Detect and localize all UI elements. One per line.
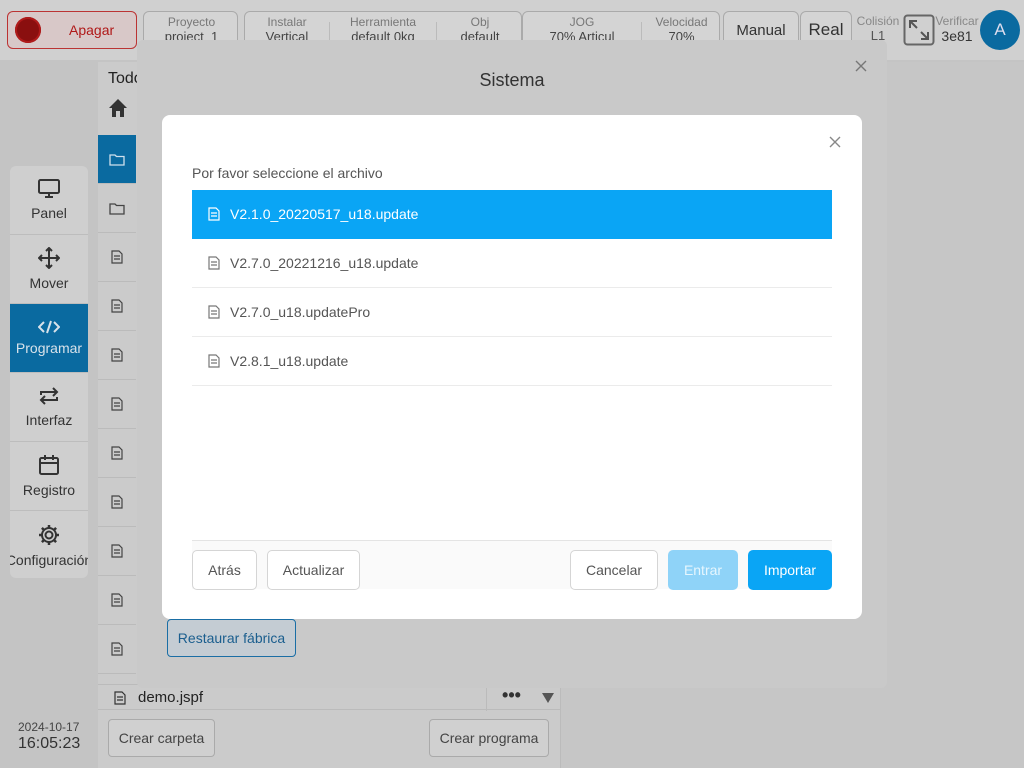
list-item[interactable] [98,184,136,233]
move-icon [38,247,60,269]
file-item[interactable]: V2.7.0_u18.updatePro [192,288,832,337]
nav-item-panel[interactable]: Panel [10,166,88,235]
file-name: V2.8.1_u18.update [230,353,349,369]
swap-icon [39,387,59,405]
folder-icon [109,202,125,215]
install-title: Instalar [267,15,307,29]
create-program-button[interactable]: Crear programa [429,719,549,757]
file-icon [111,544,123,558]
file-icon [114,691,126,705]
expand-icon[interactable] [903,14,935,46]
collision-title: Colisión [856,14,900,28]
file-icon [208,305,220,319]
project-title: Proyecto [167,15,216,29]
list-item[interactable] [98,478,136,527]
scroll-down-icon[interactable] [542,693,554,703]
nav-item-log[interactable]: Registro [10,442,88,511]
power-off-button[interactable]: Apagar [7,11,137,49]
file-icon [111,446,123,460]
file-icon [208,207,220,221]
file-name: V2.7.0_u18.updatePro [230,304,371,320]
verify-title: Verificar [935,14,979,28]
emergency-stop-icon [15,17,41,43]
list-item[interactable] [98,625,136,674]
nav-item-move[interactable]: Mover [10,235,88,304]
nav-item-program[interactable]: Programar [10,304,88,373]
file-name: V2.1.0_20220517_u18.update [230,206,419,222]
verify-value: 3e81 [941,28,973,44]
import-button[interactable]: Importar [748,550,832,590]
nav-label: Configuración [10,551,88,568]
folder-icon [109,153,125,166]
dialog-title: Sistema [479,70,545,90]
factory-reset-button[interactable]: Restaurar fábrica [167,619,296,657]
avatar[interactable]: A [980,10,1020,50]
cancel-button[interactable]: Cancelar [570,550,658,590]
nav-label: Panel [31,205,67,221]
create-folder-button[interactable]: Crear carpeta [108,719,215,757]
file-icon [208,354,220,368]
refresh-button[interactable]: Actualizar [267,550,360,590]
time-display: 16:05:23 [18,735,81,752]
date-display: 2024-10-17 [18,720,80,734]
verify-status[interactable]: Verificar 3e81 [934,14,980,44]
list-item[interactable] [98,233,136,282]
file-name: V2.7.0_20221216_u18.update [230,255,419,271]
nav-item-interface[interactable]: Interfaz [10,373,88,442]
home-icon[interactable] [108,98,128,118]
file-panel-footer: Crear carpeta Crear programa [98,709,560,768]
list-item[interactable] [98,282,136,331]
collision-status[interactable]: Colisión L1 [855,14,901,43]
close-icon[interactable] [829,136,841,148]
jog-title: JOG [569,15,595,29]
modal-footer: Atrás Actualizar Cancelar Entrar Importa… [192,540,832,590]
calendar-icon [39,455,59,475]
power-off-label: Apagar [69,22,115,38]
file-item[interactable]: V2.7.0_20221216_u18.update [192,239,832,288]
gear-icon [39,524,59,545]
close-icon[interactable] [855,60,867,72]
main-nav: Panel Mover Programar Interfaz Registro … [10,166,88,578]
file-icon [208,256,220,270]
update-file-list: V2.1.0_20220517_u18.update V2.7.0_202212… [192,190,832,386]
list-item[interactable] [98,527,136,576]
back-button[interactable]: Atrás [192,550,257,590]
list-item[interactable] [98,380,136,429]
file-icon [111,348,123,362]
tool-title: Herramienta [349,15,417,29]
file-item[interactable]: V2.8.1_u18.update [192,337,832,386]
file-icon [111,397,123,411]
file-item[interactable]: V2.1.0_20220517_u18.update [192,190,832,239]
file-select-modal: Por favor seleccione el archivo V2.1.0_2… [162,115,862,619]
code-icon [38,320,60,334]
more-options-button[interactable]: ••• [486,685,536,711]
nav-label: Programar [15,340,83,356]
nav-label: Interfaz [25,412,73,428]
list-item[interactable] [98,135,136,184]
enter-button[interactable]: Entrar [668,550,738,590]
modal-prompt: Por favor seleccione el archivo [192,165,383,181]
file-list [98,135,136,674]
file-icon [111,250,123,264]
file-icon [111,299,123,313]
nav-item-settings[interactable]: Configuración [10,511,88,578]
file-icon [111,495,123,509]
file-icon [111,642,123,656]
object-title: Obj [470,15,490,29]
speed-title: Velocidad [655,15,708,29]
nav-label: Mover [29,275,69,291]
list-item[interactable] [98,331,136,380]
list-item[interactable] [98,576,136,625]
file-icon [111,593,123,607]
nav-label: Registro [22,482,76,498]
file-name: demo.jspf [138,689,204,706]
list-item[interactable] [98,429,136,478]
monitor-icon [38,179,60,198]
